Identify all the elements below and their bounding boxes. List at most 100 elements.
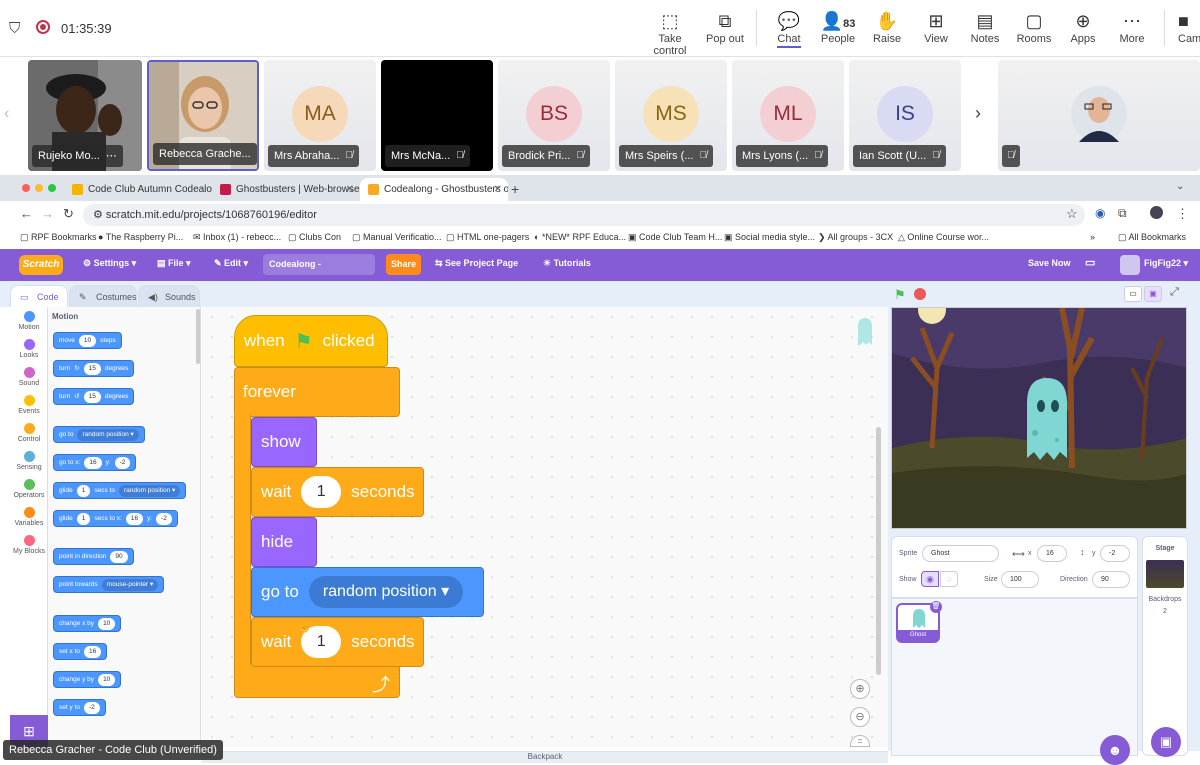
category-sensing[interactable]: Sensing [10, 451, 48, 471]
browser-tab[interactable]: Ghostbusters | Web-browser ✕ [212, 178, 360, 201]
participant-tile[interactable]: Mrs McNa... 🎙̸ [381, 60, 493, 171]
category-sound[interactable]: Sound [10, 367, 48, 387]
bookmark-star-icon[interactable]: ☆ [1066, 206, 1078, 222]
bookmark-item[interactable]: ▢ Clubs Con [288, 229, 341, 245]
block-go-to-xy[interactable]: go to x: 16 y: -2 [53, 454, 137, 471]
project-title-input[interactable]: Codealong - Ghostbusters [263, 254, 375, 290]
bookmark-item[interactable]: △ Online Course wor... [898, 229, 989, 245]
user-avatar[interactable] [1120, 255, 1140, 275]
all-bookmarks[interactable]: ▢ All Bookmarks [1118, 229, 1186, 245]
bookmark-item[interactable]: ◐ *NEW* RPF Educa... [534, 229, 626, 245]
zoom-out-button[interactable]: ⊖ [850, 707, 870, 727]
stage-canvas[interactable] [891, 307, 1187, 529]
my-stuff-icon[interactable]: ▭ [1085, 256, 1095, 269]
extension-icon[interactable]: ◉ [1095, 206, 1105, 220]
category-control[interactable]: Control [10, 423, 48, 443]
backpack[interactable]: Backpack [202, 751, 888, 763]
wait-seconds-input[interactable]: 1 [301, 476, 342, 508]
close-tab-icon[interactable]: ✕ [494, 178, 502, 201]
bookmark-item[interactable]: ▣ Social media style... [724, 229, 815, 245]
bookmark-item[interactable]: ▢ RPF Bookmarks [20, 229, 97, 245]
choose-backdrop-button[interactable]: ▣ [1151, 727, 1181, 757]
sprite-thumbnail-ghost[interactable]: Ghost 🗑 [896, 601, 942, 643]
block-wait[interactable]: wait 1 seconds [251, 617, 424, 667]
show-visible-button[interactable]: ◉ [921, 571, 939, 587]
pop-out-button[interactable]: ⧉ Pop out [696, 9, 754, 53]
window-close-button[interactable] [22, 184, 30, 192]
back-icon[interactable]: ← [20, 206, 33, 221]
block-turn-right[interactable]: turn ↻ 15 degrees [53, 360, 135, 377]
participant-tile[interactable]: Rebecca Grache... [147, 60, 259, 171]
block-point-in-direction[interactable]: point in direction 90 [53, 548, 134, 565]
edit-menu[interactable]: ✎ Edit ▾ [214, 258, 248, 269]
profile-avatar[interactable] [1150, 206, 1163, 219]
window-minimize-button[interactable] [35, 184, 43, 192]
scratch-logo[interactable]: Scratch [19, 255, 63, 275]
category-my-blocks[interactable]: My Blocks [10, 535, 48, 555]
address-bar[interactable]: ⚙︎ scratch.mit.edu/projects/1068760196/e… [83, 204, 1085, 226]
palette-scrollbar[interactable] [196, 309, 200, 364]
reload-icon[interactable]: ↻ [63, 206, 74, 222]
zoom-reset-button[interactable]: = [850, 735, 870, 747]
block-hide[interactable]: hide [251, 517, 317, 567]
bookmark-item[interactable]: ▢ Manual Verificatio... [352, 229, 442, 245]
tab-sounds[interactable]: ◀) Sounds [138, 285, 200, 309]
chevron-left-icon[interactable]: ‹ [4, 105, 9, 123]
workspace-scrollbar[interactable] [876, 427, 881, 675]
new-tab-icon[interactable]: + [511, 181, 519, 197]
site-info-icon[interactable]: ⚙︎ [93, 209, 106, 221]
more-icon[interactable]: ⋯ [106, 145, 117, 167]
category-variables[interactable]: Variables [10, 507, 48, 527]
block-go-to[interactable]: go to random position ▾ [251, 567, 484, 617]
see-project-page-button[interactable]: ⇆ See Project Page [435, 258, 518, 269]
category-events[interactable]: Events [10, 395, 48, 415]
participant-tile[interactable]: MS Mrs Speirs (... 🎙̸ [615, 60, 727, 171]
green-flag-button[interactable]: ⚑ [894, 287, 906, 303]
tutorials-button[interactable]: ☀ Tutorials [543, 258, 591, 269]
block-change-y[interactable]: change y by 10 [53, 671, 122, 688]
block-glide-xy[interactable]: glide 1 secs to x: 16 y: -2 [53, 510, 178, 527]
window-maximize-button[interactable] [48, 184, 56, 192]
browser-tab-active[interactable]: Codealong - Ghostbusters on ✕ [360, 178, 508, 201]
block-go-to[interactable]: go to random position ▾ [53, 426, 145, 443]
bookmark-item[interactable]: ▢ HTML one-pagers [446, 229, 529, 245]
more-button[interactable]: ⋯ More [1103, 9, 1161, 53]
share-button[interactable]: Share [386, 254, 421, 275]
sprite-name-input[interactable]: Ghost [922, 545, 999, 562]
block-when-flag-clicked[interactable]: when ⚑ clicked [234, 315, 388, 367]
choose-sprite-button[interactable]: ☻ [1100, 735, 1130, 765]
user-menu[interactable]: FigFig22 ▾ [1144, 258, 1188, 269]
normal-stage-button[interactable]: ▣ [1144, 286, 1162, 302]
extensions-puzzle-icon[interactable]: ⧉ [1118, 206, 1127, 221]
tab-costumes[interactable]: ✎ Costumes [69, 285, 137, 309]
block-move[interactable]: move 10 steps [53, 332, 122, 349]
block-set-y[interactable]: set y to -2 [53, 699, 106, 716]
participant-tile[interactable]: ML Mrs Lyons (... 🎙̸ [732, 60, 844, 171]
participant-tile[interactable]: MA Mrs Abraha... 🎙̸ [264, 60, 376, 171]
show-hidden-button[interactable]: ◌ [940, 571, 958, 587]
block-wait[interactable]: wait 1 seconds [251, 467, 424, 517]
block-glide[interactable]: glide 1 secs to random position ▾ [53, 482, 187, 499]
take-control-button[interactable]: ⬚ Take control [641, 9, 699, 57]
forward-icon[interactable]: → [41, 206, 54, 221]
participant-tile[interactable]: 🎙̸ [998, 60, 1200, 171]
bookmarks-overflow-icon[interactable]: » [1090, 229, 1095, 245]
chevron-right-icon[interactable]: › [975, 103, 981, 124]
zoom-in-button[interactable]: ⊕ [850, 679, 870, 699]
category-motion[interactable]: Motion [10, 311, 48, 331]
camera-button[interactable]: ■ Cam [1170, 9, 1200, 53]
tab-search-icon[interactable]: ⌄ [1176, 181, 1184, 192]
block-point-towards[interactable]: point towards mouse-pointer ▾ [53, 576, 165, 593]
category-looks[interactable]: Looks [10, 339, 48, 359]
category-operators[interactable]: Operators [10, 479, 48, 499]
sprite-size-input[interactable]: 100 [1001, 571, 1039, 588]
code-workspace[interactable]: when ⚑ clicked forever ⤴ show wait 1 secon… [202, 307, 888, 747]
participant-tile[interactable]: Rujeko Mo... ⋯ [28, 60, 142, 171]
go-to-dropdown[interactable]: random position ▾ [308, 576, 464, 608]
stage-selector[interactable]: Stage Backdrops 2 ▣ [1142, 536, 1188, 757]
settings-menu[interactable]: ⚙ Settings ▾ [83, 258, 136, 269]
delete-sprite-icon[interactable]: 🗑 [930, 601, 942, 613]
stop-button[interactable] [914, 288, 926, 300]
block-turn-left[interactable]: turn ↺ 15 degrees [53, 388, 135, 405]
sprite-x-input[interactable]: 16 [1037, 545, 1067, 562]
